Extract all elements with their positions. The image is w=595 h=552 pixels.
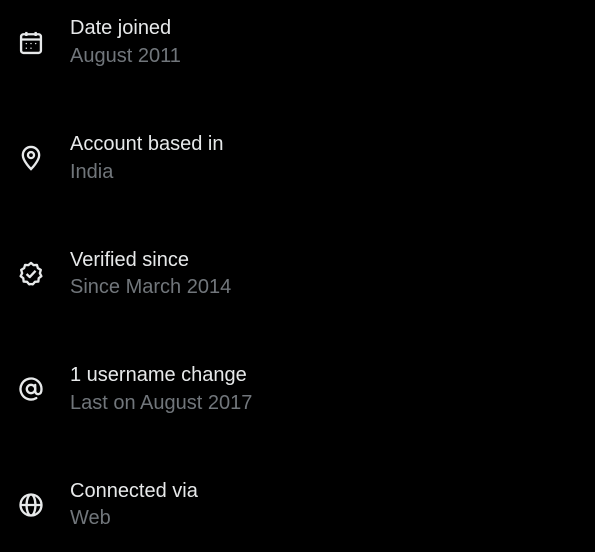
info-row-connected-via: Connected via Web [0, 477, 595, 537]
username-change-value: Last on August 2017 [70, 392, 253, 414]
verified-since-label: Verified since [70, 249, 189, 271]
calendar-icon [17, 29, 45, 57]
info-row-date-joined: Date joined August 2011 [0, 14, 595, 74]
at-sign-icon [17, 375, 45, 403]
info-row-account-location: Account based in India [0, 130, 595, 190]
location-pin-icon [17, 144, 45, 172]
info-row-username-change: 1 username change Last on August 2017 [0, 361, 595, 421]
connected-via-label: Connected via [70, 480, 198, 502]
connected-via-value: Web [70, 507, 111, 529]
verified-badge-icon [17, 260, 45, 288]
account-location-label: Account based in [70, 133, 224, 155]
date-joined-value: August 2011 [70, 45, 181, 67]
date-joined-label: Date joined [70, 17, 172, 39]
account-location-value: India [70, 161, 114, 183]
info-row-verified-since: Verified since Since March 2014 [0, 246, 595, 306]
username-change-label: 1 username change [70, 364, 247, 386]
globe-icon [17, 491, 45, 519]
verified-since-value: Since March 2014 [70, 276, 232, 298]
